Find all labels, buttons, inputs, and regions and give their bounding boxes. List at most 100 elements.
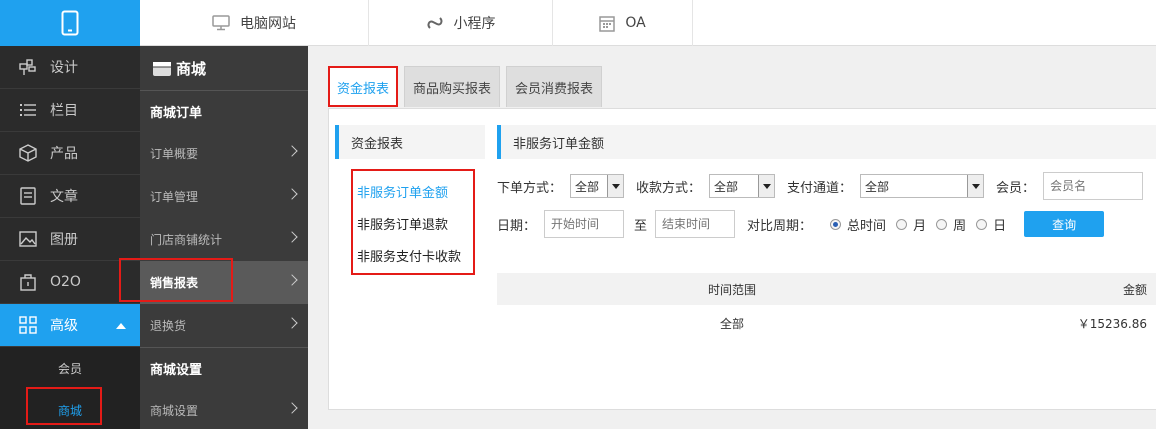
chevron-right-icon bbox=[286, 145, 298, 157]
cell-amount: ￥15236.86 bbox=[1077, 316, 1147, 331]
store-icon bbox=[153, 62, 171, 76]
pay-type-label: 收款方式： bbox=[636, 180, 702, 196]
tab-product-purchase-report[interactable]: 商品购买报表 bbox=[404, 66, 501, 107]
content-title: 非服务订单金额 bbox=[497, 125, 1156, 159]
table-row: 全部 ￥15236.86 bbox=[497, 305, 1156, 341]
order-type-select[interactable]: 全部 bbox=[570, 174, 625, 198]
pay-channel-label: 支付通道： bbox=[787, 180, 853, 196]
filter-form: 下单方式： 全部 收款方式： 全部 支付通道： 全部 会员： 日期： 至 对比周… bbox=[497, 171, 1156, 247]
nav-label: 高级 bbox=[50, 318, 78, 334]
dropdown-arrow-icon bbox=[607, 175, 624, 197]
secnav-item-store-stats[interactable]: 门店商铺统计 bbox=[140, 218, 308, 261]
nav-label: 产品 bbox=[50, 146, 78, 162]
tab-fund-report[interactable]: 资金报表 bbox=[328, 66, 399, 107]
chevron-right-icon bbox=[286, 317, 298, 329]
left-nav: 设计 栏目 产品 文章 图册 O2O 高级 会员 商城 bbox=[0, 46, 140, 429]
period-option-label: 月 bbox=[913, 218, 927, 234]
mini-program-icon bbox=[427, 17, 442, 29]
mobile-phone-icon bbox=[61, 10, 79, 36]
nav-item-album[interactable]: 图册 bbox=[0, 218, 140, 261]
order-type-label: 下单方式： bbox=[497, 180, 563, 196]
caret-up-icon bbox=[116, 323, 126, 329]
nav-label: 文章 bbox=[50, 189, 78, 205]
subnav-link-card-receipt[interactable]: 非服务支付卡收款 bbox=[353, 239, 473, 271]
top-tab-oa[interactable]: OA bbox=[553, 0, 693, 46]
highlight-sales-report bbox=[119, 258, 233, 302]
period-radio-total[interactable] bbox=[830, 218, 842, 230]
period-label: 对比周期： bbox=[747, 218, 813, 234]
nav-item-advanced[interactable]: 高级 bbox=[0, 304, 140, 347]
pay-type-select[interactable]: 全部 bbox=[709, 174, 776, 198]
nav-item-article[interactable]: 文章 bbox=[0, 175, 140, 218]
member-input[interactable] bbox=[1043, 172, 1144, 200]
nav-label: 设计 bbox=[50, 60, 78, 76]
chevron-right-icon bbox=[286, 188, 298, 200]
image-icon bbox=[18, 229, 38, 249]
nav-subitem-member[interactable]: 会员 bbox=[0, 347, 140, 389]
cell-time-range: 全部 bbox=[719, 316, 744, 331]
highlight-mall bbox=[26, 387, 102, 425]
period-option-label: 日 bbox=[993, 218, 1007, 234]
nav-label: 图册 bbox=[50, 232, 78, 248]
subnav-list: 非服务订单金额 非服务订单退款 非服务支付卡收款 bbox=[351, 169, 475, 275]
top-tab-label: 电脑网站 bbox=[240, 16, 296, 32]
nav-item-column[interactable]: 栏目 bbox=[0, 89, 140, 132]
top-tab-pc-site[interactable]: 电脑网站 bbox=[140, 0, 369, 46]
secnav-item-mall-settings[interactable]: 商城设置 bbox=[140, 389, 308, 429]
period-radio-day[interactable] bbox=[976, 218, 988, 230]
nav-label: 栏目 bbox=[50, 103, 78, 119]
period-radio-week[interactable] bbox=[936, 218, 948, 230]
top-bar: 电脑网站 小程序 OA bbox=[0, 0, 1156, 46]
date-label: 日期： bbox=[497, 218, 537, 234]
table-header: 时间范围 金额 bbox=[497, 273, 1156, 305]
date-to-label: 至 bbox=[634, 218, 648, 234]
top-tab-label: 小程序 bbox=[453, 16, 496, 32]
nav-label: O2O bbox=[50, 274, 81, 290]
chevron-right-icon bbox=[286, 402, 298, 414]
secondary-nav-title: 商城 bbox=[140, 46, 308, 90]
top-tab-label: OA bbox=[625, 15, 646, 31]
secnav-item-order-manage[interactable]: 订单管理 bbox=[140, 175, 308, 218]
monitor-icon bbox=[212, 15, 230, 31]
top-tab-mini-program[interactable]: 小程序 bbox=[369, 0, 553, 46]
secondary-nav: 商城 商城订单 订单概要 订单管理 门店商铺统计 销售报表 退换货 商城设置 商… bbox=[140, 46, 308, 429]
subnav-link-order-amount[interactable]: 非服务订单金额 bbox=[353, 175, 473, 207]
subnav-title: 资金报表 bbox=[335, 125, 485, 159]
secondary-nav-group-orders: 商城订单 bbox=[140, 90, 308, 132]
subnav-link-order-refund[interactable]: 非服务订单退款 bbox=[353, 207, 473, 239]
member-label: 会员： bbox=[996, 180, 1036, 196]
period-option-label: 周 bbox=[953, 218, 967, 234]
dropdown-arrow-icon bbox=[967, 175, 984, 197]
period-option-label: 总时间 bbox=[847, 218, 887, 234]
report-tabs: 资金报表 商品购买报表 会员消费报表 bbox=[328, 66, 603, 107]
mobile-logo[interactable] bbox=[0, 0, 140, 46]
nav-item-design[interactable]: 设计 bbox=[0, 46, 140, 89]
pay-channel-select[interactable]: 全部 bbox=[860, 174, 985, 198]
main-area: 资金报表 商品购买报表 会员消费报表 资金报表 非服务订单金额 非服务订单退款 … bbox=[308, 46, 1156, 429]
secondary-nav-group-settings: 商城设置 bbox=[140, 347, 308, 389]
tab-member-consumption-report[interactable]: 会员消费报表 bbox=[506, 66, 603, 107]
end-date-input[interactable] bbox=[655, 210, 736, 238]
header-time-range: 时间范围 bbox=[707, 282, 756, 297]
query-button[interactable]: 查询 bbox=[1024, 211, 1105, 237]
design-icon bbox=[18, 57, 38, 77]
chevron-right-icon bbox=[286, 274, 298, 286]
report-content: 非服务订单金额 下单方式： 全部 收款方式： 全部 支付通道： 全部 会员： 日… bbox=[497, 125, 1156, 331]
chevron-right-icon bbox=[286, 231, 298, 243]
header-amount: 金额 bbox=[1122, 282, 1147, 297]
document-icon bbox=[18, 186, 38, 206]
secnav-item-order-summary[interactable]: 订单概要 bbox=[140, 132, 308, 175]
report-panel: 资金报表 非服务订单金额 非服务订单退款 非服务支付卡收款 非服务订单金额 下单… bbox=[328, 108, 1156, 410]
secnav-item-returns[interactable]: 退换货 bbox=[140, 304, 308, 347]
list-icon bbox=[18, 100, 38, 120]
nav-item-product[interactable]: 产品 bbox=[0, 132, 140, 175]
start-date-input[interactable] bbox=[544, 210, 625, 238]
period-radio-month[interactable] bbox=[896, 218, 908, 230]
dropdown-arrow-icon bbox=[758, 175, 775, 197]
o2o-icon bbox=[18, 272, 38, 292]
box-icon bbox=[18, 143, 38, 163]
calendar-icon bbox=[599, 16, 616, 32]
report-subnav: 资金报表 非服务订单金额 非服务订单退款 非服务支付卡收款 bbox=[335, 125, 485, 275]
result-table: 时间范围 金额 全部 ￥15236.86 bbox=[497, 273, 1156, 341]
grid-icon bbox=[18, 315, 38, 335]
